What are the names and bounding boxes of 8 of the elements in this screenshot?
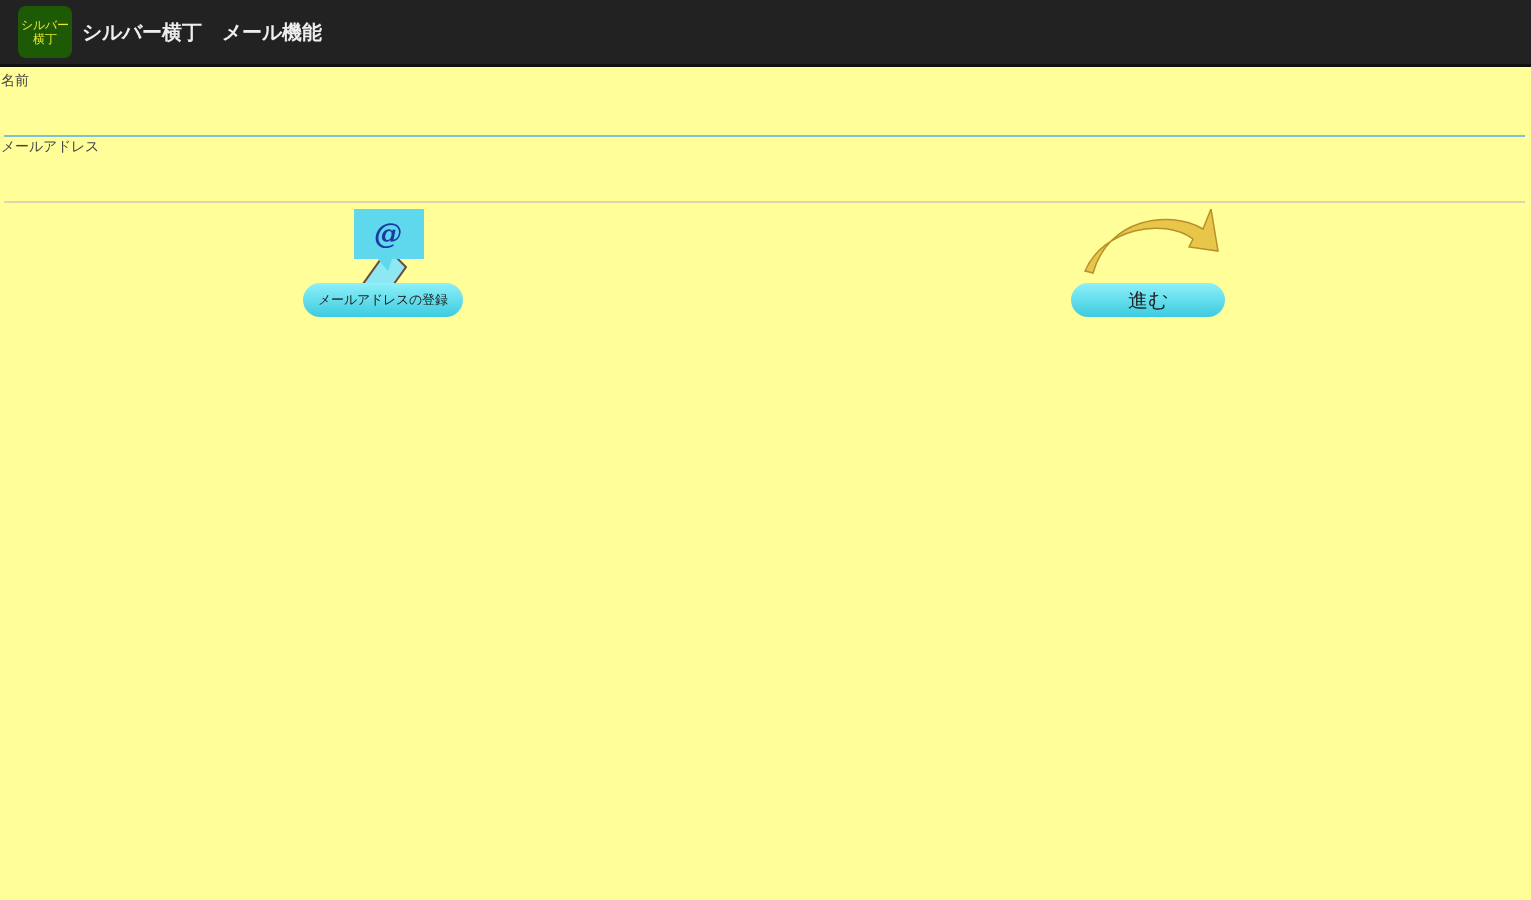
field-label: 名前 — [0, 71, 30, 89]
app-title: シルバー横丁 メール機能 — [82, 18, 322, 46]
pill-button[interactable]: メールアドレスの登録 — [302, 283, 463, 317]
pill-button[interactable]: 進む — [1071, 283, 1226, 317]
curved-arrow-icon — [1084, 209, 1219, 274]
app-logo: シルバー 横丁 — [18, 6, 72, 58]
field-label: メールアドレス — [0, 137, 100, 155]
at-sign: @ — [373, 217, 402, 250]
